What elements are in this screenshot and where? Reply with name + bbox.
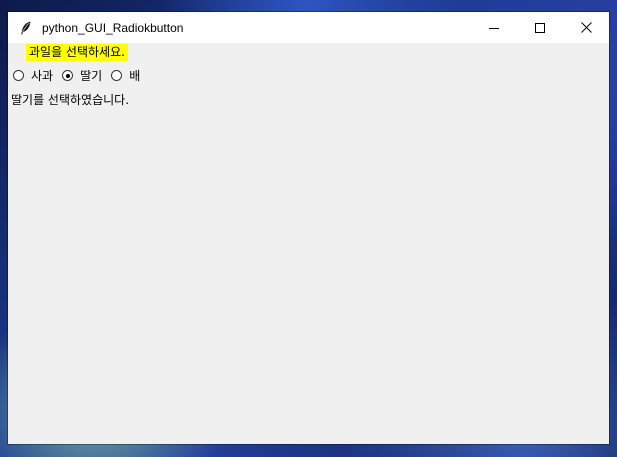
client-area: 과일을 선택하세요. 사과 딸기 배 딸기를 선택하였습니다. — [8, 43, 609, 444]
radio-indicator[interactable] — [111, 70, 123, 81]
minimize-button[interactable] — [471, 12, 517, 43]
radio-indicator[interactable] — [62, 70, 74, 81]
window-title: python_GUI_Radiokbutton — [42, 20, 184, 35]
maximize-button[interactable] — [517, 12, 563, 43]
selection-result-label: 딸기를 선택하였습니다. — [11, 93, 130, 107]
maximize-icon — [535, 18, 545, 37]
prompt-label: 과일을 선택하세요. — [26, 44, 128, 61]
title-bar[interactable]: python_GUI_Radiokbutton — [8, 12, 609, 43]
feather-icon — [18, 20, 34, 36]
radio-apple[interactable]: 사과 — [13, 67, 53, 84]
fruit-radio-group: 사과 딸기 배 — [13, 67, 149, 84]
radio-pear[interactable]: 배 — [111, 67, 140, 84]
radio-strawberry[interactable]: 딸기 — [62, 67, 102, 84]
radio-label: 배 — [129, 69, 141, 83]
close-icon — [580, 18, 592, 37]
radio-label: 딸기 — [80, 69, 103, 83]
radio-label: 사과 — [31, 69, 54, 83]
minimize-icon — [489, 18, 499, 37]
close-button[interactable] — [563, 12, 609, 43]
radio-indicator[interactable] — [13, 70, 24, 81]
window-controls — [471, 12, 609, 43]
app-window: python_GUI_Radiokbutton 과일을 선택하세요. 사과 딸기… — [8, 12, 609, 444]
